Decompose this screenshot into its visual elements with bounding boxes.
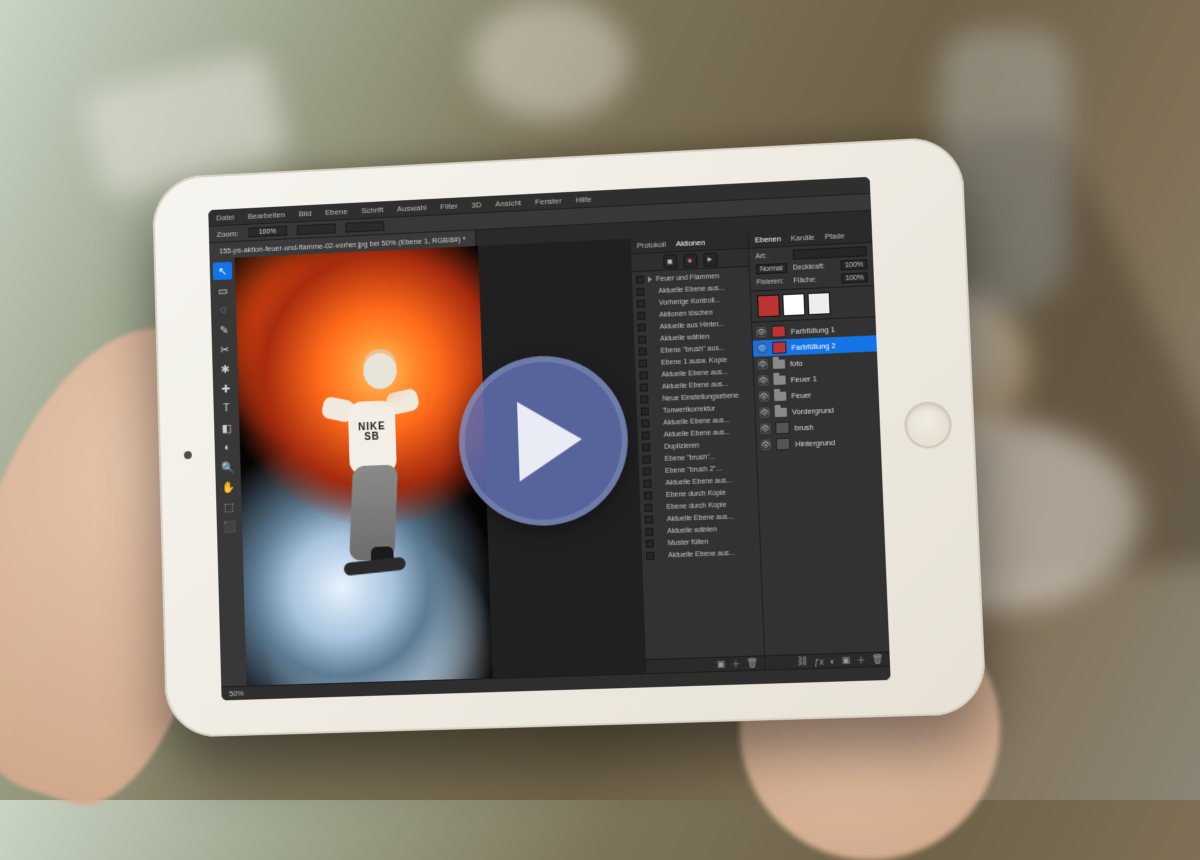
right-panels: Protokoll Aktionen ■ ● ▸ Feuer und Flamm… (631, 227, 890, 673)
layer-name: Farbfüllung 2 (791, 341, 836, 352)
opacity-label: Deckkraft: (793, 262, 835, 271)
tablet-camera (184, 451, 192, 459)
layer-name: Farbfüllung 1 (791, 325, 836, 336)
swatch (757, 294, 780, 317)
fill-label: Fläche: (793, 275, 835, 284)
menu-hilfe[interactable]: Hilfe (575, 194, 591, 204)
zoom-label: Zoom: (217, 229, 239, 239)
fill-field[interactable]: 100% (841, 272, 868, 283)
tablet-device: Datei Bearbeiten Bild Ebene Schrift Auswahl Fi… (152, 136, 987, 738)
record-button[interactable]: ● (683, 253, 698, 268)
layer-thumbnail (775, 422, 790, 435)
visibility-toggle[interactable]: 👁 (756, 327, 766, 337)
tab-layers[interactable]: Ebenen (755, 234, 781, 244)
zoom-value-field[interactable]: 100% (248, 226, 287, 238)
options-widget[interactable] (296, 223, 335, 235)
menu-datei[interactable]: Datei (216, 212, 234, 222)
home-button[interactable] (904, 401, 953, 449)
menu-filter[interactable]: Filter (440, 201, 458, 211)
menu-ebene[interactable]: Ebene (325, 207, 348, 217)
new-layer-icon[interactable]: ＋ (856, 653, 866, 667)
artwork: NIKE SB (235, 246, 493, 686)
layer-thumbnail (772, 341, 787, 354)
layer-thumbnail (771, 325, 786, 338)
tool-5[interactable]: ✱ (215, 360, 235, 379)
mask-swatch (782, 293, 805, 316)
status-zoom: 50% (229, 689, 244, 698)
link-icon[interactable]: ⛓ (796, 656, 808, 668)
tool-7[interactable]: T (216, 399, 236, 418)
actions-panel: Protokoll Aktionen ■ ● ▸ Feuer und Flamm… (631, 233, 766, 673)
tab-protocol[interactable]: Protokoll (637, 240, 666, 250)
tool-9[interactable]: ◐ (217, 438, 237, 457)
layers-panel: Ebenen Kanäle Pfade Art: Normal Deckkraf… (749, 227, 890, 670)
filter-icons[interactable] (792, 246, 867, 260)
tool-12[interactable]: ⬚ (219, 497, 239, 516)
group-icon[interactable]: ▣ (841, 655, 850, 666)
tool-6[interactable]: ✚ (216, 379, 236, 398)
folder-icon (775, 407, 787, 417)
visibility-toggle[interactable]: 👁 (757, 343, 767, 353)
tool-11[interactable]: ✋ (219, 478, 239, 497)
visibility-toggle[interactable]: 👁 (760, 423, 770, 433)
menu-fenster[interactable]: Fenster (535, 196, 562, 206)
stop-button[interactable]: ■ (663, 254, 678, 269)
tool-1[interactable]: ▭ (213, 281, 233, 300)
tool-0[interactable]: ↖ (213, 262, 233, 281)
tab-paths[interactable]: Pfade (824, 231, 844, 241)
menu-bearbeiten[interactable]: Bearbeiten (248, 210, 286, 221)
layer-name: foto (790, 358, 803, 368)
layer-name: Vordergrund (792, 405, 834, 416)
tool-2[interactable]: ◌ (214, 301, 234, 320)
mask-swatch (807, 292, 830, 315)
menu-3d[interactable]: 3D (471, 200, 481, 209)
visibility-toggle[interactable]: 👁 (758, 359, 768, 369)
folder-icon (773, 359, 785, 369)
new-set-icon[interactable]: ▣ (717, 659, 726, 670)
filter-label: Art: (755, 252, 786, 260)
layer-name: Feuer (791, 390, 811, 400)
play-icon (517, 399, 583, 481)
layers-options[interactable]: Art: Normal Deckkraft: 100% Fixieren: Fl… (749, 243, 874, 292)
blend-mode[interactable]: Normal (756, 263, 787, 274)
tool-13[interactable]: ⬛ (220, 517, 240, 536)
action-set-name: Feuer und Flammen (656, 273, 719, 283)
menu-ansicht[interactable]: Ansicht (495, 198, 521, 208)
layer-name: Hintergrund (795, 437, 835, 448)
play-action-button[interactable]: ▸ (703, 252, 718, 267)
actions-list[interactable]: Feuer und Flammen Aktuelle Ebene aus...V… (632, 267, 764, 659)
hoodie-text: NIKE SB (356, 422, 388, 453)
layer-name: Feuer 1 (790, 374, 817, 384)
layer-name: brush (794, 422, 813, 432)
tab-channels[interactable]: Kanäle (791, 233, 815, 243)
opacity-field[interactable]: 100% (841, 259, 868, 270)
trash-icon[interactable]: 🗑 (872, 654, 884, 666)
menu-auswahl[interactable]: Auswahl (397, 203, 427, 213)
new-action-icon[interactable]: ＋ (731, 657, 741, 670)
folder-icon (774, 391, 786, 401)
fx-icon[interactable]: ƒx (814, 656, 824, 666)
tool-8[interactable]: ◧ (217, 419, 237, 438)
menu-schrift[interactable]: Schrift (361, 205, 383, 215)
visibility-toggle[interactable]: 👁 (761, 440, 771, 450)
visibility-toggle[interactable]: 👁 (759, 407, 769, 417)
lock-label: Fixieren: (756, 277, 787, 285)
tool-10[interactable]: 🔍 (218, 458, 238, 477)
options-widget[interactable] (345, 221, 384, 233)
tablet-screen: Datei Bearbeiten Bild Ebene Schrift Auswahl Fi… (208, 177, 890, 701)
tab-actions[interactable]: Aktionen (676, 238, 706, 248)
menu-bild[interactable]: Bild (298, 208, 311, 217)
visibility-toggle[interactable]: 👁 (758, 375, 768, 385)
folder-icon (773, 375, 785, 385)
tool-4[interactable]: ✂ (215, 340, 235, 359)
visibility-toggle[interactable]: 👁 (759, 391, 769, 401)
layers-list[interactable]: 👁 Farbfüllung 1 👁 Farbfüllung 2 👁 foto 👁 Feuer … (752, 317, 889, 655)
mask-icon[interactable]: ◐ (830, 656, 836, 666)
tool-3[interactable]: ✎ (214, 320, 234, 339)
layer-thumbnail (776, 438, 791, 451)
trash-icon[interactable]: 🗑 (746, 658, 758, 670)
